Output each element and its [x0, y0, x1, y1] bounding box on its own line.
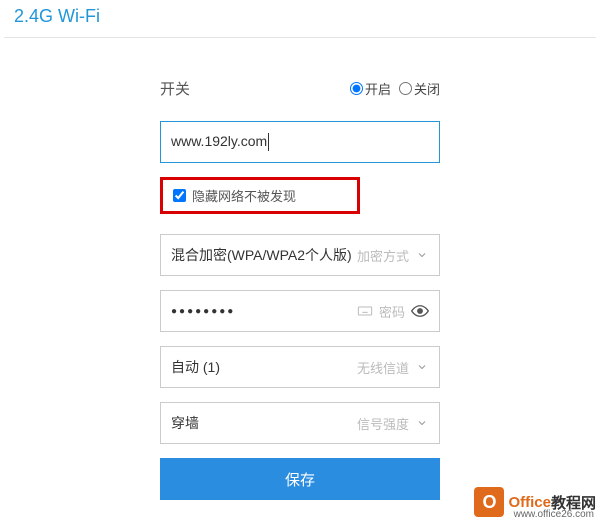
radio-on-input[interactable] [350, 82, 363, 95]
ssid-value: www.192ly.com [171, 133, 429, 151]
radio-on-label: 开启 [365, 79, 391, 98]
switch-label: 开关 [160, 78, 350, 99]
ssid-input[interactable]: www.192ly.com [160, 121, 440, 163]
chevron-down-icon [415, 248, 429, 262]
page-title: 2.4G Wi-Fi [0, 0, 600, 37]
radio-off-input[interactable] [399, 82, 412, 95]
chevron-down-icon [415, 416, 429, 430]
wifi-form: 开关 开启 关闭 www.192ly.com 隐藏网络不被发现 混合加密(WPA… [0, 78, 600, 500]
password-input[interactable]: ●●●●●●●● 密码 [160, 290, 440, 332]
keyboard-icon[interactable] [357, 303, 373, 319]
eye-icon[interactable] [411, 302, 429, 320]
signal-value: 穿墙 [171, 413, 357, 433]
password-placeholder: 密码 [379, 302, 405, 321]
hide-network-checkbox[interactable] [173, 189, 186, 202]
encryption-placeholder: 加密方式 [357, 246, 409, 265]
encryption-value: 混合加密(WPA/WPA2个人版) [171, 245, 357, 265]
hide-network-checkbox-row[interactable]: 隐藏网络不被发现 [160, 177, 360, 214]
encryption-select[interactable]: 混合加密(WPA/WPA2个人版) 加密方式 [160, 234, 440, 276]
watermark-brand1: Office [508, 494, 551, 511]
radio-off-label: 关闭 [414, 79, 440, 98]
wifi-switch-row: 开关 开启 关闭 [160, 78, 440, 99]
switch-off-radio[interactable]: 关闭 [399, 79, 440, 98]
channel-select[interactable]: 自动 (1) 无线信道 [160, 346, 440, 388]
chevron-down-icon [415, 360, 429, 374]
text-cursor [268, 133, 269, 151]
save-button[interactable]: 保存 [160, 458, 440, 500]
watermark-logo-icon: O [474, 487, 504, 517]
channel-placeholder: 无线信道 [357, 358, 409, 377]
password-value: ●●●●●●●● [171, 306, 357, 317]
switch-radio-group: 开启 关闭 [350, 79, 440, 98]
channel-value: 自动 (1) [171, 357, 357, 377]
signal-strength-select[interactable]: 穿墙 信号强度 [160, 402, 440, 444]
switch-on-radio[interactable]: 开启 [350, 79, 391, 98]
divider [4, 37, 596, 38]
watermark-url: www.office26.com [514, 509, 594, 520]
hide-network-label: 隐藏网络不被发现 [192, 186, 296, 205]
signal-placeholder: 信号强度 [357, 414, 409, 433]
